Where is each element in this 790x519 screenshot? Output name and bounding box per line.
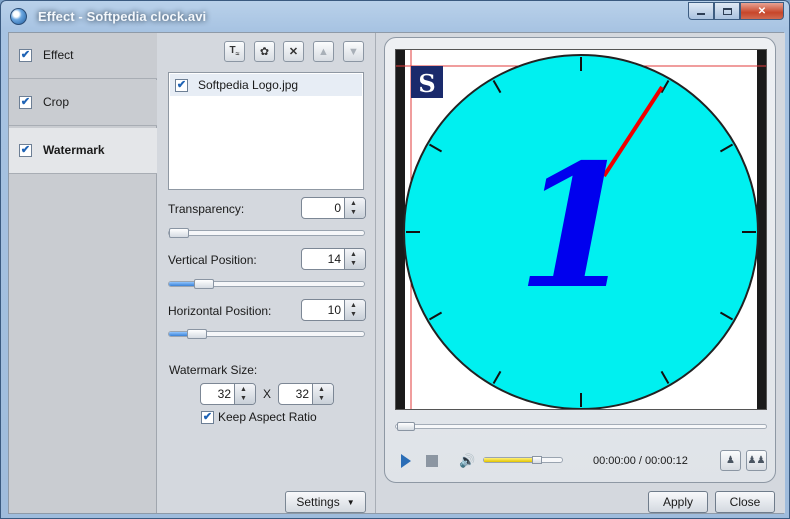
maximize-icon — [722, 7, 732, 15]
add-image-watermark-icon: ✿ — [259, 46, 270, 58]
delete-watermark-button[interactable]: ✕ — [283, 41, 304, 62]
watermark-width-spinner[interactable]: 32 ▲ ▼ — [200, 383, 256, 405]
seek-thumb[interactable] — [397, 422, 415, 431]
watermark-logo-letter: S — [418, 69, 435, 98]
volume-slider-thumb[interactable] — [531, 456, 542, 464]
stop-button[interactable] — [426, 455, 438, 467]
move-up-button[interactable]: ▲ — [313, 41, 334, 62]
vertical-position-spinner[interactable]: 14 ▲ ▼ — [301, 248, 366, 270]
spinner-arrows[interactable]: ▲ ▼ — [344, 249, 365, 269]
category-effect[interactable]: ✔ Effect — [9, 33, 157, 79]
dropdown-arrow-icon: ▼ — [346, 497, 355, 507]
video-preview: 1 S — [395, 49, 767, 410]
spinner-arrows[interactable]: ▲ ▼ — [344, 198, 365, 218]
horizontal-position-slider[interactable] — [168, 329, 365, 339]
spinner-arrows[interactable]: ▲ ▼ — [344, 300, 365, 320]
list-item[interactable]: ✔ Softpedia Logo.jpg — [170, 74, 362, 96]
keep-aspect-label: Keep Aspect Ratio — [218, 410, 317, 424]
watermark-size-label: Watermark Size: — [169, 363, 258, 377]
player-frame: 1 S 🔊 00:00:00 / 00:00:12 ♟ ♟♟ — [384, 37, 776, 483]
add-image-watermark-button[interactable]: ✿ — [254, 41, 275, 62]
minimize-icon — [697, 13, 705, 15]
dialog-body: ✔ Effect ✔ Crop ✔ Watermark T≈ ✿ ✕ ▲ ▼ ✔… — [8, 32, 785, 514]
caption-buttons: ✕ — [688, 2, 784, 20]
preview-panel: 1 S 🔊 00:00:00 / 00:00:12 ♟ ♟♟ Apply Clo… — [375, 33, 785, 513]
compare-button[interactable]: ♟♟ — [746, 450, 767, 471]
speaker-icon: 🔊 — [459, 453, 476, 468]
vertical-position-slider-thumb[interactable] — [193, 279, 214, 289]
transparency-slider-thumb[interactable] — [169, 228, 189, 238]
category-effect-label: Effect — [43, 48, 74, 62]
effect-window: Effect - Softpedia clock.avi ✕ ✔ Effect … — [0, 0, 790, 519]
category-crop-label: Crop — [43, 95, 70, 109]
watermark-list[interactable]: ✔ Softpedia Logo.jpg — [168, 72, 364, 190]
transparency-label: Transparency: — [168, 202, 245, 216]
play-button[interactable] — [401, 452, 411, 468]
volume-slider-fill — [484, 458, 538, 462]
spinner-arrows[interactable]: ▲ ▼ — [234, 384, 255, 404]
category-crop[interactable]: ✔ Crop — [9, 80, 157, 126]
close-icon: ✕ — [757, 5, 767, 17]
transparency-slider[interactable] — [168, 228, 365, 238]
watermark-item-label: Softpedia Logo.jpg — [198, 78, 299, 92]
vertical-position-label: Vertical Position: — [168, 253, 257, 267]
play-icon — [401, 454, 411, 468]
crop-checkbox[interactable]: ✔ — [19, 96, 32, 109]
clock-digit: 1 — [517, 127, 635, 327]
watermark-item-checkbox[interactable]: ✔ — [175, 79, 188, 92]
watermark-settings-panel: T≈ ✿ ✕ ▲ ▼ ✔ Softpedia Logo.jpg Transpar… — [158, 33, 374, 513]
add-text-watermark-icon: T≈ — [229, 45, 240, 58]
time-display: 00:00:00 / 00:00:12 — [593, 455, 688, 467]
size-separator: X — [263, 387, 272, 401]
stop-icon — [426, 455, 438, 467]
volume-button[interactable]: 🔊 — [459, 453, 475, 469]
close-button-label: Close — [729, 495, 761, 509]
horizontal-position-spinner[interactable]: 10 ▲ ▼ — [301, 299, 366, 321]
window-title: Effect - Softpedia clock.avi — [38, 9, 207, 24]
title-bar[interactable]: Effect - Softpedia clock.avi ✕ — [1, 1, 789, 31]
single-person-icon: ♟ — [726, 455, 735, 466]
transparency-value: 0 — [334, 201, 341, 215]
horizontal-position-slider-thumb[interactable] — [186, 329, 207, 339]
transparency-spinner[interactable]: 0 ▲ ▼ — [301, 197, 366, 219]
app-icon — [10, 8, 27, 25]
category-watermark-label: Watermark — [43, 143, 105, 157]
seek-bar[interactable] — [395, 422, 767, 431]
watermark-height-value: 32 — [295, 387, 309, 401]
add-text-watermark-button[interactable]: T≈ — [224, 41, 245, 62]
watermark-checkbox[interactable]: ✔ — [19, 144, 32, 157]
apply-button[interactable]: Apply — [648, 491, 708, 513]
settings-button-label: Settings — [296, 495, 340, 509]
move-down-icon: ▼ — [348, 45, 359, 58]
close-window-button[interactable]: ✕ — [740, 2, 784, 20]
category-watermark[interactable]: ✔ Watermark — [9, 128, 157, 174]
minimize-button[interactable] — [688, 2, 714, 20]
effect-checkbox[interactable]: ✔ — [19, 49, 32, 62]
two-persons-icon: ♟♟ — [747, 455, 766, 466]
spinner-arrows[interactable]: ▲ ▼ — [312, 384, 333, 404]
volume-slider[interactable] — [483, 456, 563, 464]
move-up-icon: ▲ — [318, 45, 329, 58]
video-frame-image: 1 S — [396, 50, 766, 410]
move-down-button[interactable]: ▼ — [343, 41, 364, 62]
snapshot-button[interactable]: ♟ — [720, 450, 741, 471]
horizontal-position-value: 10 — [327, 303, 341, 317]
keep-aspect-checkbox[interactable]: ✔ — [201, 411, 214, 424]
close-button[interactable]: Close — [715, 491, 775, 513]
watermark-height-spinner[interactable]: 32 ▲ ▼ — [278, 383, 334, 405]
delete-icon: ✕ — [288, 46, 299, 58]
vertical-position-slider[interactable] — [168, 279, 365, 289]
horizontal-position-label: Horizontal Position: — [168, 304, 272, 318]
maximize-button[interactable] — [714, 2, 740, 20]
vertical-position-value: 14 — [327, 252, 341, 266]
watermark-width-value: 32 — [217, 387, 231, 401]
apply-button-label: Apply — [662, 495, 694, 509]
settings-button[interactable]: Settings ▼ — [285, 491, 366, 513]
category-panel: ✔ Effect ✔ Crop ✔ Watermark — [9, 33, 157, 513]
